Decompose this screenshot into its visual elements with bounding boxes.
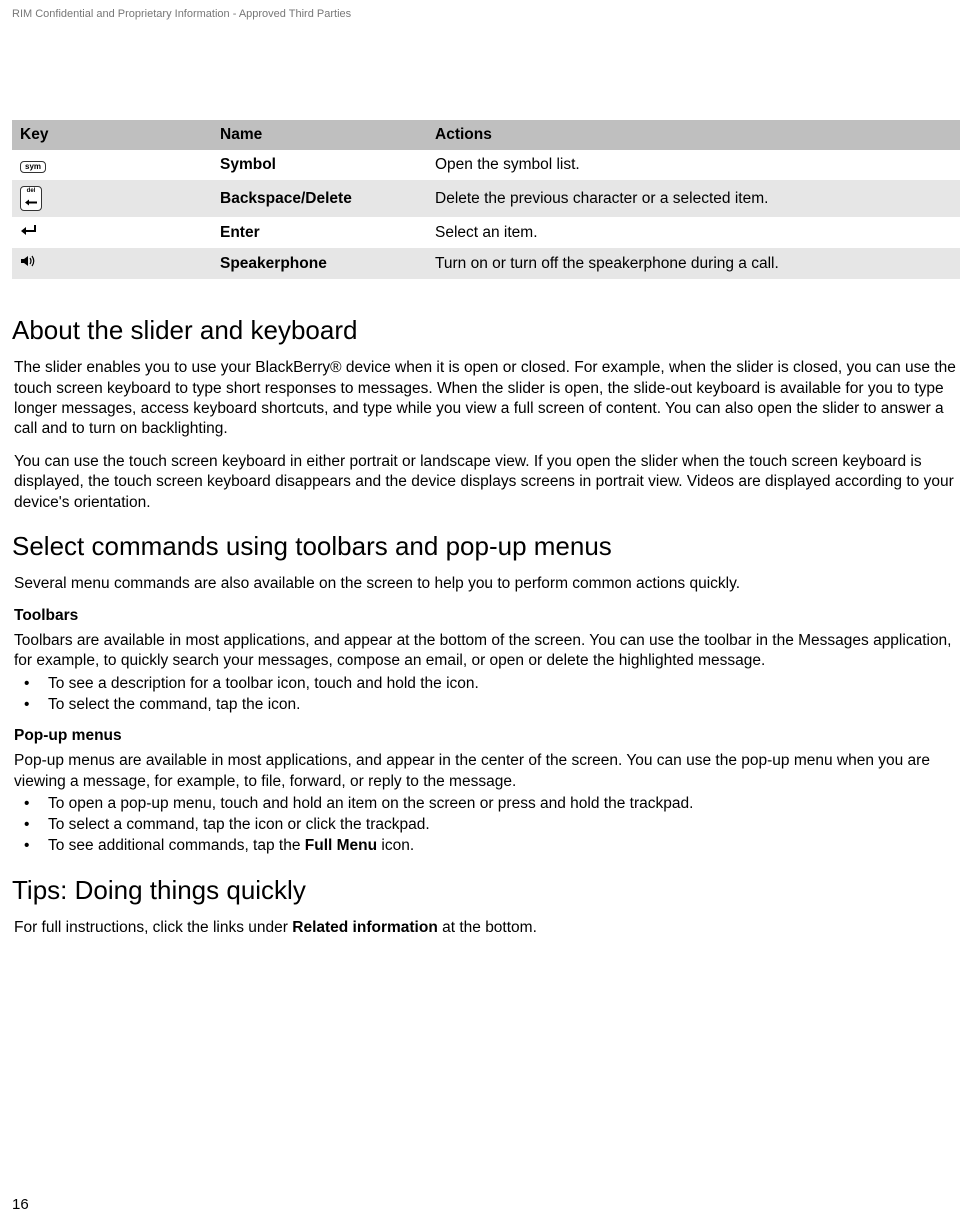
table-row: del Backspace/Delete Delete the previous… [12,180,960,217]
table-row: sym Symbol Open the symbol list. [12,150,960,180]
heading-tips: Tips: Doing things quickly [12,875,960,906]
speakerphone-icon [20,254,36,273]
paragraph: Toolbars are available in most applicati… [14,631,958,672]
cell-actions: Turn on or turn off the speakerphone dur… [427,248,960,279]
subhead-popup-menus: Pop-up menus [14,727,958,745]
cell-name: Enter [212,217,427,248]
cell-name: Backspace/Delete [212,180,427,217]
paragraph: Pop-up menus are available in most appli… [14,751,958,792]
list-item: To see additional commands, tap the Full… [12,836,960,857]
th-actions: Actions [427,120,960,150]
heading-about-slider: About the slider and keyboard [12,315,960,346]
key-actions-table: Key Name Actions sym Symbol Open the sym… [12,120,960,279]
popup-list: To open a pop-up menu, touch and hold an… [12,794,960,857]
toolbars-list: To see a description for a toolbar icon,… [12,674,960,716]
list-item: To select the command, tap the icon. [12,695,960,716]
cell-actions: Open the symbol list. [427,150,960,180]
cell-name: Symbol [212,150,427,180]
heading-select-commands: Select commands using toolbars and pop-u… [12,531,960,562]
paragraph: For full instructions, click the links u… [14,918,958,938]
delete-key-icon: del [20,186,42,211]
th-name: Name [212,120,427,150]
cell-actions: Select an item. [427,217,960,248]
paragraph: Several menu commands are also available… [14,574,958,594]
subhead-toolbars: Toolbars [14,607,958,625]
paragraph: You can use the touch screen keyboard in… [14,452,958,513]
table-row: Speakerphone Turn on or turn off the spe… [12,248,960,279]
page-number: 16 [12,1196,29,1213]
list-item: To see a description for a toolbar icon,… [12,674,960,695]
paragraph: The slider enables you to use your Black… [14,358,958,440]
list-item: To open a pop-up menu, touch and hold an… [12,794,960,815]
cell-name: Speakerphone [212,248,427,279]
confidential-header: RIM Confidential and Proprietary Informa… [12,8,960,20]
sym-key-icon: sym [20,156,46,174]
list-item: To select a command, tap the icon or cli… [12,815,960,836]
enter-key-icon [20,223,38,242]
th-key: Key [12,120,212,150]
table-row: Enter Select an item. [12,217,960,248]
cell-actions: Delete the previous character or a selec… [427,180,960,217]
